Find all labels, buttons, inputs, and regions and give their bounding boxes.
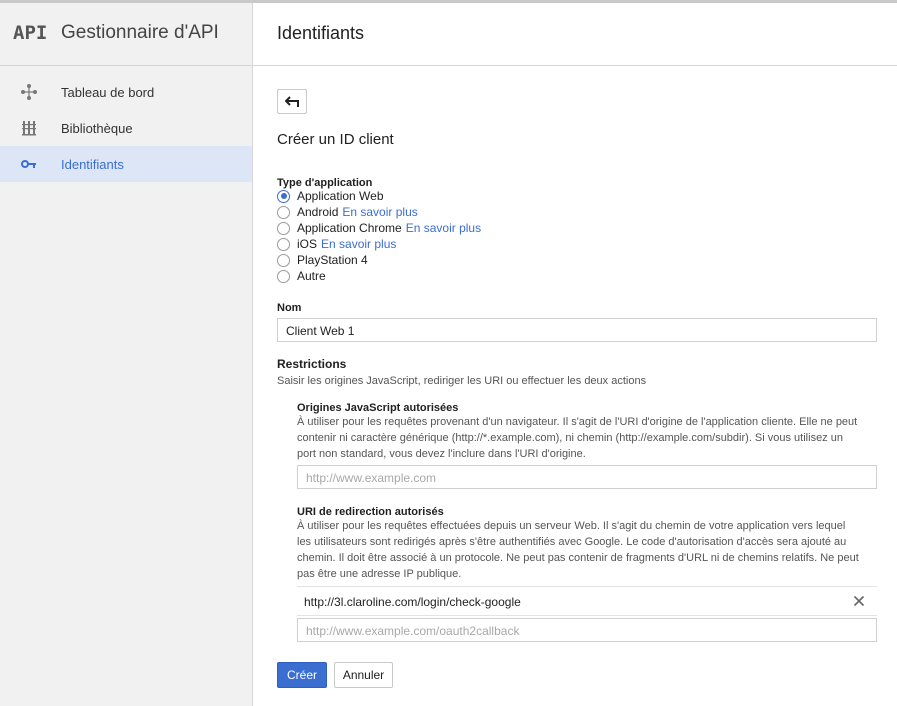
library-icon bbox=[20, 119, 38, 137]
radio-label: Application Chrome bbox=[297, 221, 402, 235]
back-button[interactable] bbox=[277, 89, 307, 114]
sidebar-nav: Tableau de bord Bibliothèque Identifiant… bbox=[0, 74, 252, 182]
sidebar-item-credentials[interactable]: Identifiants bbox=[0, 146, 252, 182]
radio-option-ios[interactable]: iOS En savoir plus bbox=[277, 236, 396, 252]
redirect-uri-input[interactable]: http://www.example.com/oauth2callback bbox=[297, 618, 877, 642]
close-icon[interactable] bbox=[853, 595, 865, 607]
radio-label: iOS bbox=[297, 237, 318, 251]
learn-more-link[interactable]: En savoir plus bbox=[406, 221, 481, 235]
main-header: Identifiants bbox=[253, 3, 897, 66]
description-line: port non standard, vous devez l'inclure … bbox=[297, 448, 586, 460]
api-logo: API bbox=[13, 22, 48, 44]
sidebar-item-label: Tableau de bord bbox=[61, 85, 155, 100]
radio-option-web[interactable]: Application Web bbox=[277, 188, 384, 204]
radio-label: Application Web bbox=[297, 189, 384, 203]
name-input[interactable]: Client Web 1 bbox=[277, 318, 877, 342]
brand-header: API Gestionnaire d'API bbox=[0, 3, 252, 66]
description-line: chemin. Il doit être associé à un protoc… bbox=[297, 552, 859, 564]
radio-button[interactable] bbox=[277, 269, 290, 283]
redirect-uris-description: À utiliser pour les requêtes effectuées … bbox=[297, 518, 879, 582]
radio-option-ps4[interactable]: PlayStation 4 bbox=[277, 252, 368, 268]
create-button[interactable]: Créer bbox=[277, 662, 327, 688]
radio-label: PlayStation 4 bbox=[297, 253, 368, 267]
radio-option-android[interactable]: Android En savoir plus bbox=[277, 204, 418, 220]
description-line: les utilisateurs sont redirigés après s'… bbox=[297, 536, 847, 548]
radio-button[interactable] bbox=[277, 237, 290, 251]
name-label: Nom bbox=[277, 302, 302, 314]
radio-button[interactable] bbox=[277, 205, 290, 219]
radio-label: Autre bbox=[297, 269, 326, 283]
radio-button[interactable] bbox=[277, 189, 290, 203]
dashboard-icon bbox=[20, 83, 38, 101]
cancel-button[interactable]: Annuler bbox=[334, 662, 393, 688]
sidebar-item-label: Identifiants bbox=[61, 157, 124, 172]
radio-button[interactable] bbox=[277, 221, 290, 235]
description-line: contenir ni caractère générique (http://… bbox=[297, 432, 843, 444]
radio-button[interactable] bbox=[277, 253, 290, 267]
restrictions-title: Restrictions bbox=[277, 357, 347, 371]
redirect-uris-title: URI de redirection autorisés bbox=[297, 506, 444, 518]
restrictions-description: Saisir les origines JavaScript, redirige… bbox=[277, 375, 647, 387]
js-origins-description: À utiliser pour les requêtes provenant d… bbox=[297, 414, 879, 462]
redirect-uri-value[interactable]: http://3l.claroline.com/login/check-goog… bbox=[304, 595, 521, 609]
back-arrow-icon bbox=[285, 96, 299, 107]
page-title: Identifiants bbox=[277, 23, 365, 43]
radio-option-chrome[interactable]: Application Chrome En savoir plus bbox=[277, 220, 481, 236]
sidebar-item-label: Bibliothèque bbox=[61, 121, 133, 136]
key-icon bbox=[20, 155, 38, 173]
sidebar: API Gestionnaire d'API Tableau de bord B… bbox=[0, 3, 253, 706]
description-line: À utiliser pour les requêtes effectuées … bbox=[297, 520, 846, 532]
sidebar-item-dashboard[interactable]: Tableau de bord bbox=[0, 74, 252, 110]
sidebar-item-library[interactable]: Bibliothèque bbox=[0, 110, 252, 146]
learn-more-link[interactable]: En savoir plus bbox=[342, 205, 417, 219]
js-origins-title: Origines JavaScript autorisées bbox=[297, 402, 459, 414]
js-origin-input[interactable]: http://www.example.com bbox=[297, 465, 877, 489]
redirect-uri-entry: http://3l.claroline.com/login/check-goog… bbox=[297, 586, 877, 616]
radio-option-other[interactable]: Autre bbox=[277, 268, 326, 284]
description-line: À utiliser pour les requêtes provenant d… bbox=[297, 416, 858, 428]
description-line: pas être une adresse IP publique. bbox=[297, 568, 462, 580]
radio-label: Android bbox=[297, 205, 339, 219]
learn-more-link[interactable]: En savoir plus bbox=[321, 237, 396, 251]
app-title: Gestionnaire d'API bbox=[61, 22, 219, 43]
form-title: Créer un ID client bbox=[277, 131, 394, 148]
